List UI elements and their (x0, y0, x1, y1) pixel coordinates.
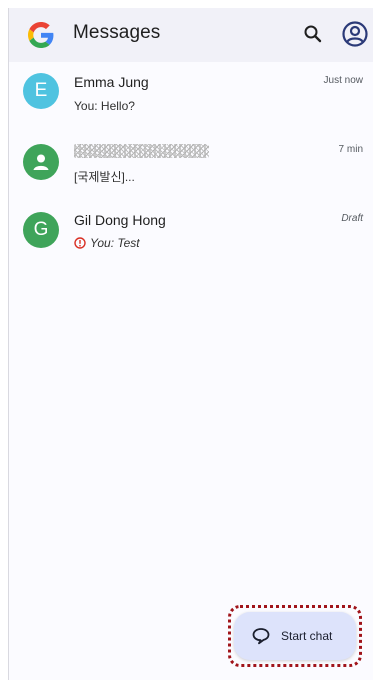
draft-snippet-row: You: Test (74, 236, 140, 250)
conversation-item-emma-jung[interactable]: E Emma Jung You: Hello? Just now (9, 62, 373, 130)
message-snippet: You: Test (90, 236, 140, 250)
google-g-icon (28, 22, 54, 48)
error-circle-icon (74, 237, 86, 249)
message-time: 7 min (338, 144, 363, 155)
message-snippet: [국제발신]... (74, 170, 135, 184)
message-snippet: You: Hello? (74, 99, 135, 113)
conversation-item-unknown[interactable]: [국제발신]... 7 min (9, 130, 373, 198)
conversation-item-gil-dong-hong[interactable]: G Gil Dong Hong You: Test Draft (9, 198, 373, 266)
app-title: Messages (73, 22, 161, 43)
message-time: Just now (323, 75, 363, 86)
avatar: E (23, 73, 59, 109)
person-icon (33, 154, 49, 170)
account-circle-icon[interactable] (341, 20, 369, 48)
chat-bubble-icon (252, 628, 270, 645)
redacted-contact-name (74, 144, 209, 158)
top-app-bar: Messages (9, 8, 373, 62)
contact-name: Gil Dong Hong (74, 212, 166, 228)
draft-label: Draft (341, 213, 363, 224)
start-chat-label: Start chat (281, 629, 333, 643)
contact-name: Emma Jung (74, 74, 149, 90)
messages-screen: Messages E Emma Jung You: Hello? Just no… (8, 8, 373, 680)
start-chat-button[interactable]: Start chat (234, 612, 356, 660)
search-icon[interactable] (301, 22, 325, 46)
avatar: G (23, 212, 59, 248)
avatar (23, 144, 59, 180)
